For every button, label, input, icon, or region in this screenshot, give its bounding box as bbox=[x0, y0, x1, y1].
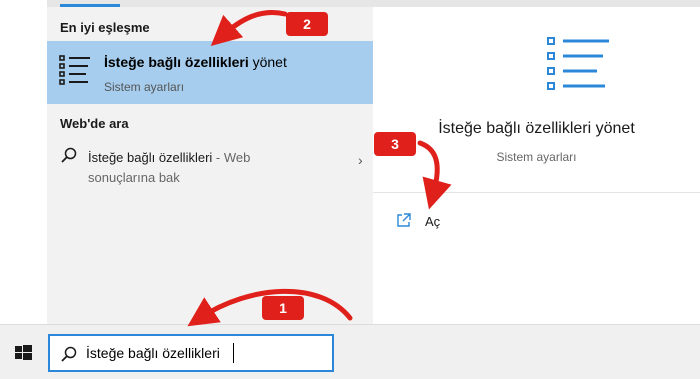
best-match-item[interactable] bbox=[47, 41, 373, 104]
detail-title: İsteğe bağlı özellikleri yönet bbox=[438, 120, 635, 137]
best-match-heading: En iyi eşleşme bbox=[60, 20, 150, 35]
open-icon bbox=[397, 213, 411, 227]
best-match-subtitle: Sistem ayarları bbox=[104, 80, 185, 94]
detail-divider bbox=[373, 192, 700, 193]
search-input[interactable] bbox=[86, 343, 326, 363]
active-tab-indicator bbox=[60, 4, 120, 7]
annotation-badge-2: 2 bbox=[286, 12, 328, 36]
screenshot: En iyi eşleşme İsteğe bağlı özellikleri … bbox=[0, 0, 700, 379]
web-search-text: İsteğe bağlı özellikleri - Web sonuçların… bbox=[88, 150, 251, 185]
detail-subtitle: Sistem ayarları bbox=[496, 150, 577, 164]
web-search-heading: Web'de ara bbox=[60, 116, 129, 131]
open-label: Aç bbox=[425, 214, 441, 229]
annotation-badge-1: 1 bbox=[262, 296, 304, 320]
search-icon bbox=[61, 346, 77, 362]
search-icon bbox=[61, 147, 77, 163]
text-caret bbox=[233, 343, 234, 363]
best-match-title: İsteğe bağlı özellikleri yönet bbox=[104, 54, 287, 70]
annotation-badge-3: 3 bbox=[374, 132, 416, 156]
filter-tabs-strip bbox=[47, 0, 700, 7]
chevron-right-icon[interactable]: › bbox=[358, 152, 363, 168]
list-settings-icon bbox=[547, 37, 609, 90]
windows-logo-icon[interactable] bbox=[0, 333, 46, 373]
list-settings-icon bbox=[59, 55, 90, 85]
